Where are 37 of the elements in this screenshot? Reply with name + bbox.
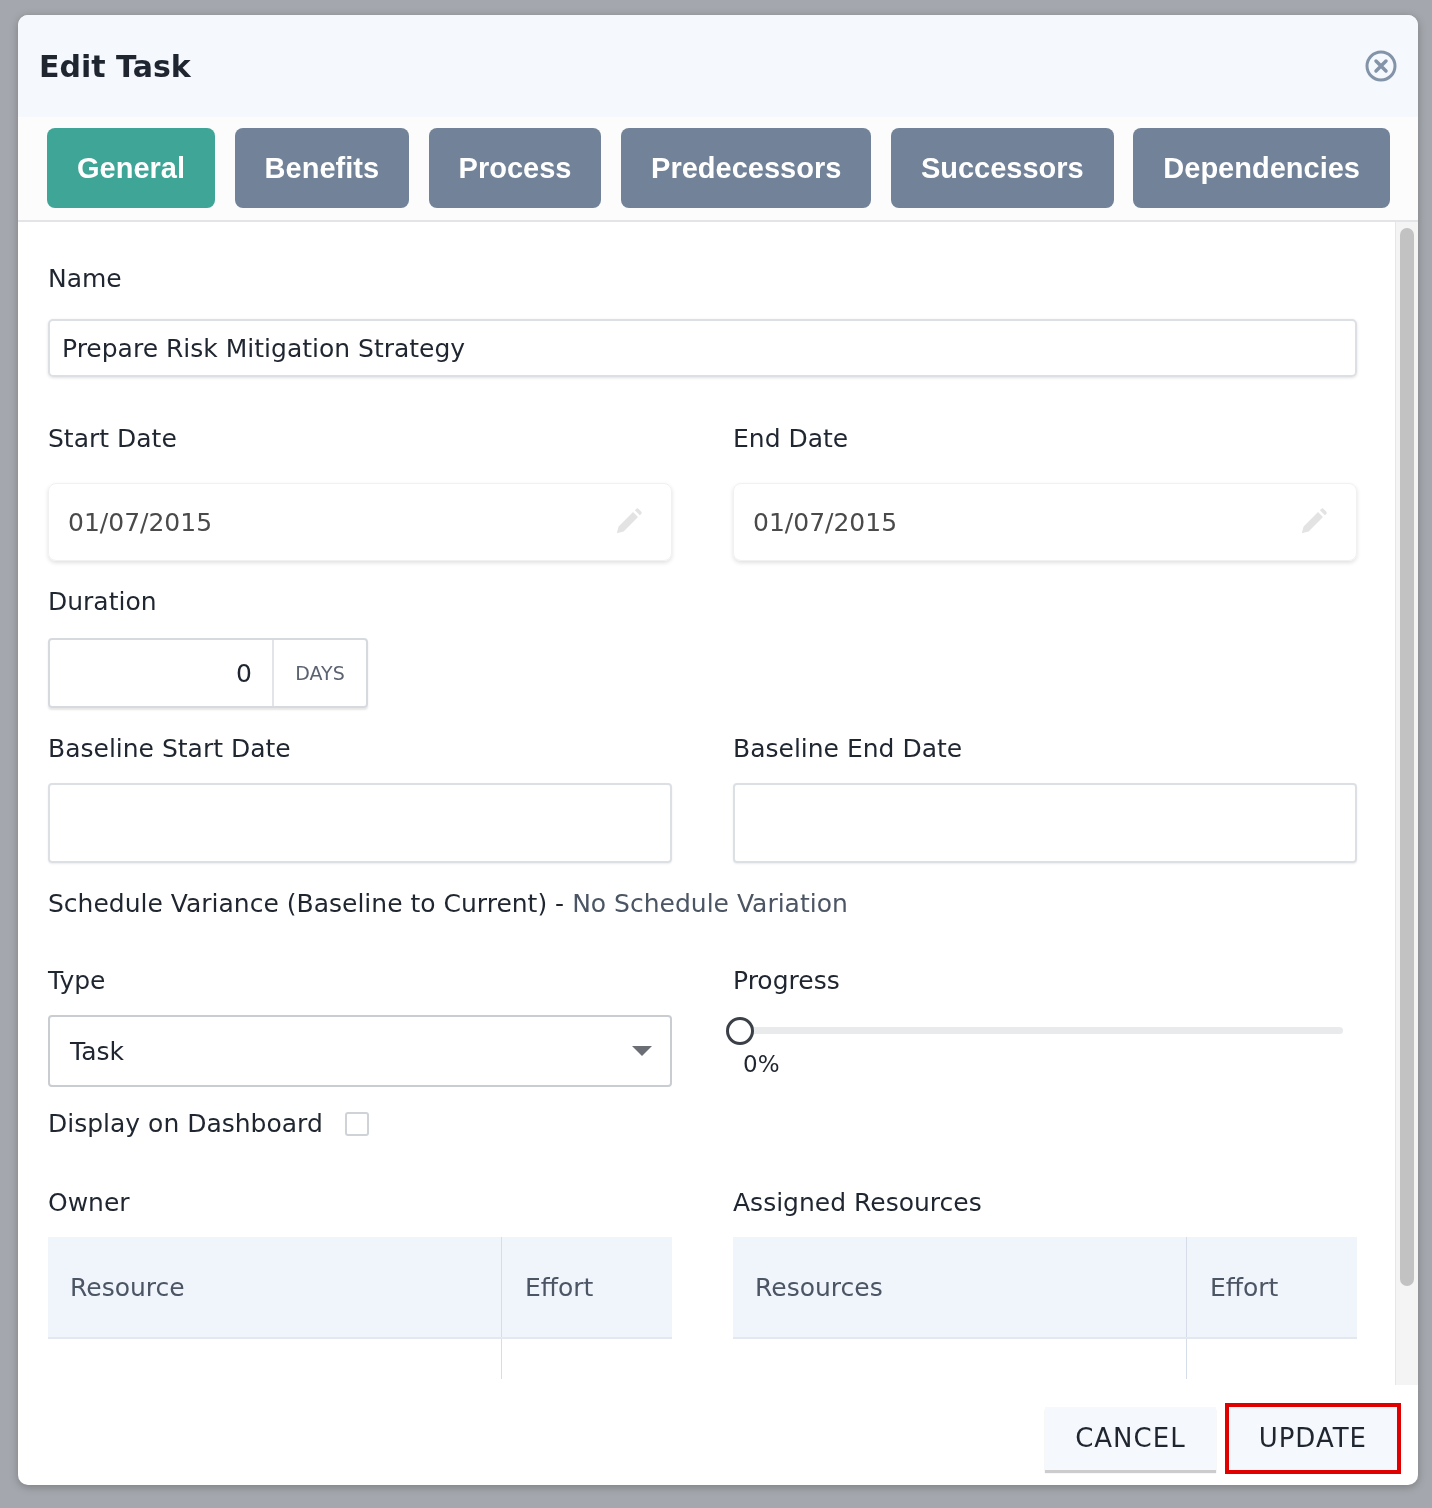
dialog-button[interactable]: CANCEL <box>1045 1406 1216 1470</box>
field-label: Type <box>48 966 107 995</box>
section-label: Assigned Resources <box>733 1188 983 1217</box>
column-header: Effort <box>1186 1237 1357 1337</box>
date-field[interactable] <box>733 783 1357 863</box>
date-field[interactable]: 01/07/2015 <box>48 483 672 561</box>
progress-slider[interactable] <box>729 1017 1343 1043</box>
tab[interactable]: Benefits <box>234 128 409 208</box>
column-header: Effort <box>501 1237 672 1337</box>
checkbox[interactable] <box>344 1111 369 1136</box>
checkbox-label: Display on Dashboard <box>48 1109 323 1138</box>
field-label: End Date <box>733 424 850 453</box>
caret-icon <box>632 1045 652 1057</box>
field-label: Baseline End Date <box>733 734 964 763</box>
section-label: Owner <box>48 1188 131 1217</box>
scrollbar-thumb[interactable] <box>1400 228 1414 1286</box>
tab[interactable]: Dependencies <box>1133 128 1390 208</box>
field-label: Duration <box>48 587 158 616</box>
close-icon[interactable] <box>1364 49 1398 83</box>
progress-reading: 0% <box>743 1051 781 1077</box>
column-header: Resources <box>754 1271 884 1304</box>
date-field[interactable] <box>48 783 672 863</box>
variance-label: Schedule Variance (Baseline to Current) - <box>48 889 565 918</box>
column-header: Resource <box>69 1271 186 1304</box>
field-label: Start Date <box>48 424 178 453</box>
dialog-title: Edit Task <box>39 48 191 84</box>
duration-field[interactable]: 0 DAYS <box>48 638 368 708</box>
tab[interactable]: Successors <box>890 128 1114 208</box>
field-label: Progress <box>733 966 841 995</box>
date-field[interactable]: 01/07/2015 <box>733 483 1357 561</box>
variance-value: No Schedule Variation <box>572 889 848 918</box>
field-label: Baseline Start Date <box>48 734 292 763</box>
field-label: Name <box>48 264 123 293</box>
name-field[interactable]: Prepare Risk Mitigation Strategy <box>48 319 1357 377</box>
tab[interactable]: Process <box>428 128 602 208</box>
tab[interactable]: Predecessors <box>621 128 872 208</box>
type-dropdown[interactable]: Task <box>48 1015 672 1087</box>
